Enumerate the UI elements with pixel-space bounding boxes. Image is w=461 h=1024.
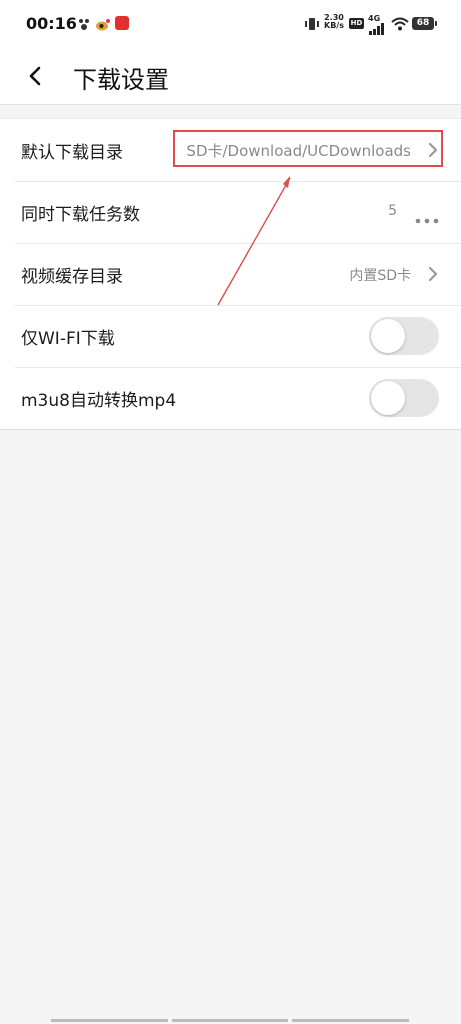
page-title: 下载设置 — [73, 66, 169, 94]
news-app-icon — [115, 16, 129, 30]
nav-segment — [51, 1019, 168, 1022]
battery-icon: 68 — [412, 17, 437, 30]
hd-badge: HD — [349, 18, 364, 29]
setting-label: 视频缓存目录 — [21, 267, 123, 287]
nav-segment — [171, 1019, 289, 1022]
status-time: 00:16 — [26, 14, 77, 33]
vibrate-icon — [304, 16, 319, 30]
nav-segment — [292, 1019, 410, 1022]
concurrent-tasks-value: 5 — [388, 203, 397, 219]
back-arrow-icon[interactable] — [24, 64, 48, 88]
m3u8-convert-toggle[interactable] — [369, 379, 439, 417]
setting-label: 默认下载目录 — [21, 143, 123, 163]
wifi-icon — [391, 16, 409, 35]
weibo-app-icon — [95, 16, 110, 31]
setting-m3u8-convert: m3u8自动转换mp4 — [0, 367, 461, 429]
status-bar: 00:16 2.30 KB/s HD 4G 68 — [0, 0, 461, 50]
annotation-highlight-box — [173, 130, 443, 167]
setting-label: 同时下载任务数 — [21, 205, 140, 225]
more-dots-icon[interactable] — [415, 209, 439, 224]
network-speed: 2.30 KB/s — [324, 14, 344, 30]
annotation-arrow — [217, 176, 291, 306]
app-header: 下载设置 — [0, 50, 461, 105]
setting-label: 仅WI-FI下载 — [21, 329, 115, 349]
chevron-right-icon — [427, 266, 439, 282]
setting-label: m3u8自动转换mp4 — [21, 391, 177, 411]
toggle-knob — [371, 319, 405, 353]
paw-app-icon — [77, 16, 91, 30]
system-nav-bar — [51, 1019, 410, 1023]
network-speed-unit: KB/s — [324, 21, 344, 30]
wifi-only-toggle[interactable] — [369, 317, 439, 355]
video-cache-dir-value: 内置SD卡 — [349, 268, 411, 284]
signal-bars-icon — [369, 20, 387, 39]
toggle-knob — [371, 381, 405, 415]
setting-wifi-only: 仅WI-FI下载 — [0, 305, 461, 367]
